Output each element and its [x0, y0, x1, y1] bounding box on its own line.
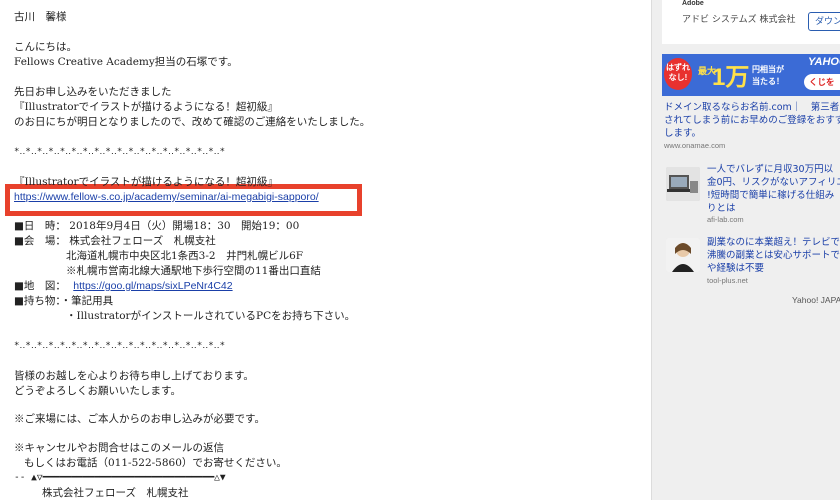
- ad-title[interactable]: 一人でバレずに月収30万円以: [707, 163, 833, 176]
- yahoo-logo: YAHOO: [808, 56, 840, 68]
- adobe-ad-card[interactable]: Adobe アドビ システムズ 株式会社 ダウンロ: [662, 0, 840, 44]
- email-body: 古川 馨様 こんにちは。 Fellows Creative Academy担当の…: [0, 0, 650, 500]
- map-label: ■地 図：: [14, 280, 66, 292]
- ad-url: www.onamae.com: [664, 141, 726, 150]
- adobe-brand: Adobe: [682, 0, 704, 7]
- ad-title[interactable]: 沸騰の副業とは安心サポートで: [707, 249, 840, 262]
- ad-title[interactable]: や経験は不要: [707, 262, 764, 275]
- signature-company: 株式会社フェローズ 札幌支社: [42, 487, 189, 499]
- note-line: もしくはお電話（011-522-5860）でお寄せください。: [24, 457, 287, 469]
- paragraph-line: のお日にちが明日となりましたので、改めて確認のご連絡をいたしました。: [14, 116, 371, 128]
- banner-text: 当たる！: [752, 77, 784, 86]
- ad-title[interactable]: されてしまう前にお早めのご登録をおすす: [664, 114, 840, 127]
- lottery-banner[interactable]: はずれなし! 最大 1万 円相当が 当たる！ YAHOO くじを: [662, 54, 840, 96]
- ad-title[interactable]: !短時間で簡単に稼げる仕組み: [707, 189, 834, 202]
- ad-thumbnail-icon[interactable]: [666, 167, 700, 201]
- ad-title[interactable]: ドメイン取るならお名前.com｜ 第三者: [664, 101, 839, 114]
- ad-sidebar: Adobe アドビ システムズ 株式会社 ダウンロ はずれなし! 最大 1万 円…: [651, 0, 840, 500]
- items-line-2: ・IllustratorがインストールされているPCをお持ち下さい。: [66, 310, 356, 322]
- ad-title[interactable]: 副業なのに本業超え！テレビで: [707, 236, 840, 249]
- download-button[interactable]: ダウンロ: [808, 12, 840, 31]
- note-line: ※キャンセルやお問合せはこのメールの返信: [14, 442, 224, 454]
- signature-rule: -- ▲▽━━━━━━━━━━━━━━━━━━━━━━━━━━━━━━△▼: [14, 472, 226, 483]
- yahoo-japan-footer[interactable]: Yahoo! JAPA: [792, 295, 840, 305]
- ad-title[interactable]: 金0円、リスクがないアフィリエイ: [707, 176, 840, 189]
- ad-thumbnail-icon[interactable]: [666, 238, 700, 272]
- venue-line: ■会 場： 株式会社フェローズ 札幌支社: [14, 235, 216, 247]
- paragraph-line: 『Illustratorでイラストが描けるようになる！超初級』: [14, 101, 278, 113]
- kuji-button[interactable]: くじを: [804, 74, 840, 90]
- separator: *‥*‥*‥*‥*‥*‥*‥*‥*‥*‥*‥*‥*‥*‥*‥*‥*‥*‥*: [14, 147, 226, 157]
- seminar-link[interactable]: https://www.fellow-s.co.jp/academy/semin…: [14, 191, 319, 203]
- adobe-company: アドビ システムズ 株式会社: [682, 15, 796, 25]
- note-line: ※ご来場には、ご本人からのお申し込みが必要です。: [14, 413, 265, 425]
- greeting: こんにちは。: [14, 41, 77, 53]
- seminar-title: 『Illustratorでイラストが描けるようになる！超初級』: [14, 176, 278, 188]
- ad-title[interactable]: りとは: [707, 202, 736, 215]
- sender-intro: Fellows Creative Academy担当の石塚です。: [14, 56, 238, 68]
- separator: *‥*‥*‥*‥*‥*‥*‥*‥*‥*‥*‥*‥*‥*‥*‥*‥*‥*‥*: [14, 341, 226, 351]
- venue-access: ※札幌市営南北線大通駅地下歩行空間の11番出口直結: [66, 265, 321, 277]
- items-line: ■持ち物：・筆記用具: [14, 295, 114, 307]
- recipient-name: 古川 馨様: [14, 11, 67, 23]
- paragraph-line: 先日お申し込みをいただきました: [14, 86, 172, 98]
- date-line: ■日 時： 2018年9月4日（火）開場18：30 開始19：00: [14, 220, 300, 232]
- ad-url: afi-lab.com: [707, 215, 744, 224]
- venue-address: 北海道札幌市中央区北1条西3-2 井門札幌ビル6F: [66, 250, 304, 262]
- banner-text: 円相当が: [752, 65, 784, 74]
- ad-title[interactable]: します。: [664, 127, 701, 140]
- ad-url: tool-plus.net: [707, 276, 748, 285]
- banner-tag: はずれなし!: [664, 58, 692, 90]
- closing-line: どうぞよろしくお願いいたします。: [14, 385, 181, 397]
- map-link[interactable]: https://goo.gl/maps/sixLPeNr4C42: [73, 280, 232, 292]
- closing-line: 皆様のお越しを心よりお待ち申し上げております。: [14, 370, 254, 382]
- banner-amount: 1万: [712, 64, 750, 91]
